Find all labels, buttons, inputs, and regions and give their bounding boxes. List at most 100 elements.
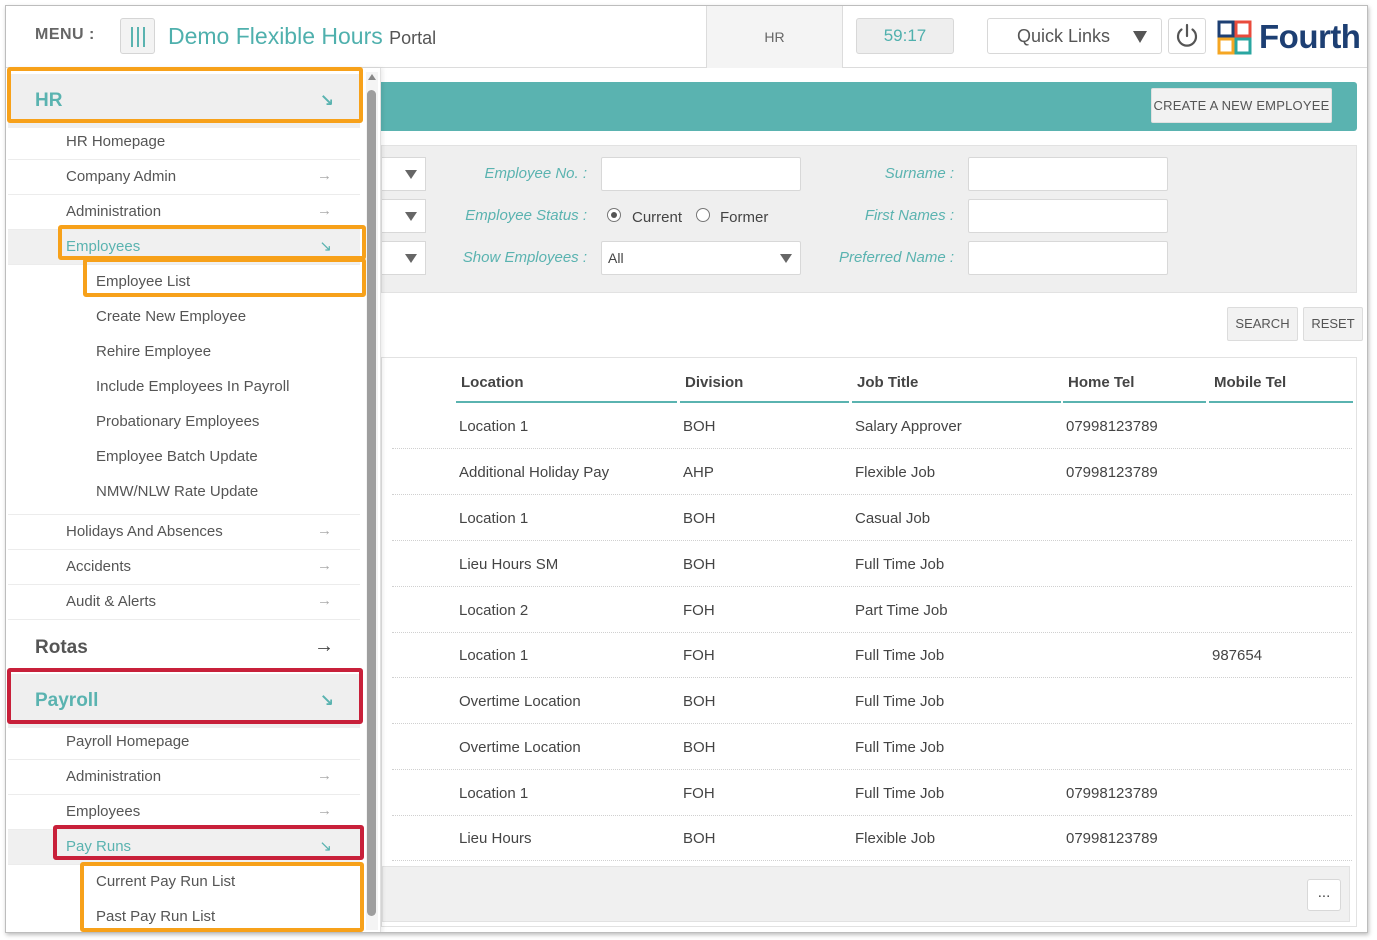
sidebar-item-administration[interactable]: Administration → — [8, 195, 360, 230]
first-names-input[interactable] — [968, 199, 1168, 233]
sidebar-subitem-label: Probationary Employees — [96, 413, 260, 430]
first-names-label: First Names : — [864, 207, 954, 224]
table-row[interactable]: Location 2 FOH Part Time Job — [392, 587, 1352, 633]
column-header-job-title[interactable]: Job Title — [857, 374, 918, 391]
table-row[interactable]: Location 1 BOH Salary Approver 07998123789 — [392, 403, 1352, 449]
sidebar-subitem-rehire-employee[interactable]: Rehire Employee — [8, 335, 360, 370]
sidebar-subitem-label: Create New Employee — [96, 308, 247, 325]
sidebar-section-rotas[interactable]: Rotas → — [8, 624, 360, 672]
sidebar-item-company-admin[interactable]: Company Admin → — [8, 160, 360, 195]
portal-title: Demo Flexible Hours Portal — [168, 23, 436, 50]
session-timer: 59:17 — [856, 18, 954, 54]
sidebar-item-label: HR Homepage — [66, 133, 166, 150]
sidebar-item-label: Administration — [66, 768, 162, 785]
table-cell: Location 1 — [459, 510, 529, 527]
sidebar-subitem-employee-list[interactable]: Employee List — [8, 265, 360, 300]
table-cell: Full Time Job — [855, 693, 945, 710]
menu-toggle-button[interactable] — [120, 18, 155, 54]
table-row[interactable]: Location 1 FOH Full Time Job 07998123789 — [392, 770, 1352, 816]
create-employee-button[interactable]: CREATE A NEW EMPLOYEE — [1151, 88, 1332, 123]
sidebar-item-payroll-administration[interactable]: Administration → — [8, 760, 360, 795]
filter-select[interactable] — [382, 241, 426, 275]
sidebar-scroll-thumb[interactable] — [367, 90, 376, 916]
sidebar-item-label: Audit & Alerts — [66, 593, 157, 610]
table-cell: Overtime Location — [459, 693, 581, 710]
table-cell: BOH — [683, 739, 716, 756]
table-cell: Full Time Job — [855, 785, 945, 802]
preferred-name-label: Preferred Name : — [838, 249, 954, 266]
fourth-logo: Fourth — [1216, 18, 1366, 58]
caret-down-icon — [405, 212, 417, 221]
sidebar-subitem-probationary[interactable]: Probationary Employees — [8, 405, 360, 440]
employee-no-input[interactable] — [601, 157, 801, 191]
arrow-right-icon: → — [317, 592, 332, 609]
table-cell: AHP — [683, 464, 714, 481]
sidebar-item-holidays[interactable]: Holidays And Absences → — [8, 515, 360, 550]
table-row[interactable]: Location 1 FOH Full Time Job 987654 — [392, 632, 1352, 678]
reset-button[interactable]: RESET — [1303, 307, 1363, 341]
employee-no-label: Employee No. : — [484, 165, 587, 182]
sidebar-subitem-current-pay-run-list[interactable]: Current Pay Run List — [8, 865, 360, 900]
sidebar-subitem-past-pay-run-list[interactable]: Past Pay Run List — [8, 900, 360, 932]
filter-select[interactable] — [382, 157, 426, 191]
expand-arrow-icon: ↘ — [319, 238, 332, 255]
sidebar-item-label: Accidents — [66, 558, 132, 575]
status-current-radio[interactable] — [607, 208, 621, 222]
table-cell: Location 1 — [459, 647, 529, 664]
column-header-home-tel[interactable]: Home Tel — [1068, 374, 1134, 391]
table-row[interactable]: Lieu Hours SM BOH Full Time Job — [392, 541, 1352, 587]
brand-name: Fourth — [1259, 18, 1361, 55]
sidebar-item-payroll-employees[interactable]: Employees → — [8, 795, 360, 830]
table-cell: Overtime Location — [459, 739, 581, 756]
sidebar-subitem-create-new-employee[interactable]: Create New Employee — [8, 300, 360, 335]
table-row[interactable]: Lieu Hours BOH Flexible Job 07998123789 — [392, 815, 1352, 861]
sidebar-section-hr[interactable]: HR ↘ — [8, 74, 360, 128]
top-header: MENU : Demo Flexible Hours Portal HR 59:… — [6, 6, 1367, 68]
preferred-name-input[interactable] — [968, 241, 1168, 275]
sidebar-item-employees[interactable]: Employees ↘ — [8, 230, 360, 265]
sidebar-item-accidents[interactable]: Accidents → — [8, 550, 360, 585]
sidebar-subitem-include-in-payroll[interactable]: Include Employees In Payroll — [8, 370, 360, 405]
sidebar-item-hr-homepage[interactable]: HR Homepage — [8, 125, 360, 160]
sidebar-subitem-nmw-rate-update[interactable]: NMW/NLW Rate Update — [8, 475, 360, 515]
sidebar-section-payroll[interactable]: Payroll ↘ — [8, 674, 360, 728]
quick-links-label: Quick Links — [1017, 26, 1111, 46]
table-row[interactable]: Overtime Location BOH Full Time Job — [392, 724, 1352, 770]
table-row[interactable]: Location 1 BOH Casual Job — [392, 495, 1352, 541]
table-cell: Salary Approver — [855, 418, 962, 435]
table-cell: FOH — [683, 785, 715, 802]
column-header-mobile-tel[interactable]: Mobile Tel — [1214, 374, 1286, 391]
show-employees-select[interactable]: All — [601, 241, 801, 275]
sidebar-item-pay-runs[interactable]: Pay Runs ↘ — [8, 830, 360, 865]
arrow-right-icon: → — [317, 802, 332, 819]
table-cell: 07998123789 — [1066, 464, 1158, 481]
status-former-radio[interactable] — [696, 208, 710, 222]
quick-links-dropdown[interactable]: Quick Links — [987, 18, 1162, 54]
table-row[interactable]: Additional Holiday Pay AHP Flexible Job 079… — [392, 449, 1352, 495]
filter-select[interactable] — [382, 199, 426, 233]
sidebar-item-label: Company Admin — [66, 168, 177, 185]
sidebar-item-audit-alerts[interactable]: Audit & Alerts → — [8, 585, 360, 620]
current-section: HR — [706, 6, 843, 68]
table-row[interactable]: Overtime Location BOH Full Time Job — [392, 678, 1352, 724]
sidebar-subitem-batch-update[interactable]: Employee Batch Update — [8, 440, 360, 475]
caret-down-icon — [780, 254, 792, 263]
table-cell: Additional Holiday Pay — [459, 464, 610, 481]
table-cell: BOH — [683, 556, 716, 573]
more-options-button[interactable]: ... — [1307, 879, 1341, 911]
column-header-division[interactable]: Division — [685, 374, 743, 391]
table-cell: Flexible Job — [855, 830, 936, 847]
sidebar-item-label: Pay Runs — [66, 838, 132, 855]
search-button[interactable]: SEARCH — [1227, 307, 1298, 341]
arrow-right-icon: → — [317, 522, 332, 539]
surname-input[interactable] — [968, 157, 1168, 191]
table-cell: BOH — [683, 510, 716, 527]
menu-bar-icon — [137, 27, 139, 47]
fourth-logo-icon — [1217, 20, 1252, 55]
logout-button[interactable] — [1168, 18, 1206, 54]
arrow-right-icon: → — [314, 635, 334, 657]
scroll-up-arrow-icon[interactable] — [368, 74, 376, 80]
sidebar-item-payroll-homepage[interactable]: Payroll Homepage — [8, 725, 360, 760]
column-header-location[interactable]: Location — [461, 374, 524, 391]
caret-down-icon — [405, 254, 417, 263]
